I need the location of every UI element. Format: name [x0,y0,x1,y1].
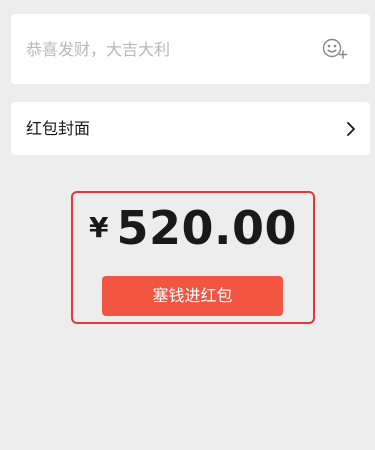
greeting-message-card[interactable]: 恭喜发财，大吉大利 [11,14,370,84]
red-packet-cover-label: 红包封面 [26,119,91,138]
red-packet-cover-row[interactable]: 红包封面 [11,102,370,155]
chevron-right-icon [346,121,356,137]
greeting-message-input[interactable]: 恭喜发财，大吉大利 [26,39,170,61]
currency-symbol: ¥ [89,211,109,244]
amount-value: 520.00 [116,201,297,255]
send-red-packet-button[interactable]: 塞钱进红包 [102,276,283,316]
emoji-add-icon[interactable] [322,38,348,60]
amount-highlight-box: ¥520.00 塞钱进红包 [71,191,315,324]
amount-display: ¥520.00 [73,205,313,251]
